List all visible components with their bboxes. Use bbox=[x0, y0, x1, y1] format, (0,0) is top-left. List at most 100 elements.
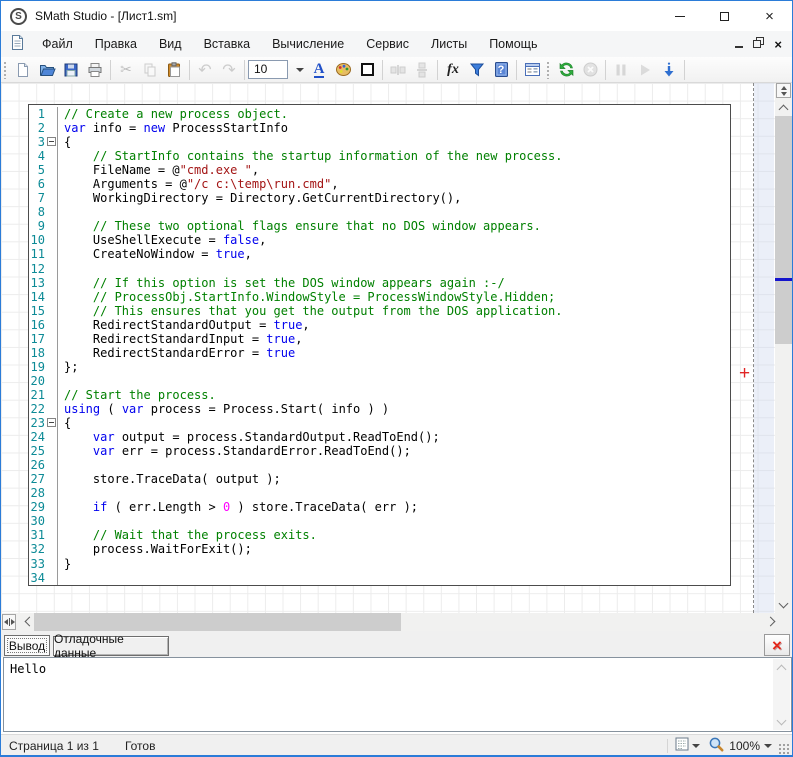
horizontal-scrollbar[interactable] bbox=[1, 613, 792, 631]
recalculate-button[interactable] bbox=[554, 59, 578, 81]
font-size-dropdown[interactable] bbox=[292, 60, 307, 79]
line-number: 13 bbox=[29, 276, 58, 290]
zoom-level[interactable]: 100% bbox=[729, 739, 760, 753]
page-margin-area bbox=[754, 83, 774, 613]
font-size-value[interactable]: 10 bbox=[248, 60, 288, 79]
horizontal-scroll-thumb[interactable] bbox=[34, 613, 401, 631]
scroll-position-marker bbox=[775, 278, 792, 281]
toolbar-grip-2[interactable] bbox=[546, 61, 551, 79]
output-scroll-down-button[interactable] bbox=[773, 713, 790, 730]
filter-button[interactable] bbox=[465, 59, 489, 81]
open-button[interactable] bbox=[35, 59, 59, 81]
cut-button[interactable]: ✂ bbox=[114, 59, 138, 81]
font-size-combo[interactable]: 10 bbox=[248, 60, 307, 79]
code-line: 30 bbox=[29, 514, 730, 528]
page-layout-dropdown[interactable] bbox=[692, 744, 700, 748]
code-line: 14 // ProcessObj.StartInfo.WindowStyle =… bbox=[29, 290, 730, 304]
reference-book-button[interactable]: ? bbox=[489, 59, 513, 81]
code-line: 22using ( var process = Process.Start( i… bbox=[29, 402, 730, 416]
color-palette-button[interactable] bbox=[331, 59, 355, 81]
menu-item-3[interactable]: Вставка bbox=[193, 31, 261, 57]
code-line: 15 // This ensures that you get the outp… bbox=[29, 304, 730, 318]
output-scroll-up-button[interactable] bbox=[773, 659, 790, 676]
align-vertical-button[interactable] bbox=[410, 59, 434, 81]
line-number: 10 bbox=[29, 233, 58, 247]
code-region[interactable]: 1// Create a new process object.2var inf… bbox=[28, 104, 731, 586]
function-button[interactable]: fx bbox=[441, 59, 465, 81]
menu-item-4[interactable]: Вычисление bbox=[261, 31, 355, 57]
zoom-magnifier-icon[interactable] bbox=[708, 736, 725, 756]
vertical-splitter-button[interactable] bbox=[776, 83, 791, 98]
line-number: 7 bbox=[29, 191, 58, 205]
code-line: 4 // StartInfo contains the startup info… bbox=[29, 149, 730, 163]
vertical-scrollbar[interactable] bbox=[775, 83, 792, 613]
zoom-dropdown[interactable] bbox=[764, 744, 772, 748]
line-number: 4 bbox=[29, 149, 58, 163]
line-number: 12 bbox=[29, 262, 58, 276]
line-number: 2 bbox=[29, 121, 58, 135]
fold-marker-icon[interactable] bbox=[47, 137, 56, 146]
code-line: 29 if ( err.Length > 0 ) store.TraceData… bbox=[29, 500, 730, 514]
snippets-button[interactable] bbox=[520, 59, 544, 81]
output-panel[interactable]: Hello bbox=[3, 657, 792, 732]
line-number: 1 bbox=[29, 107, 58, 121]
code-line: 23{ bbox=[29, 416, 730, 430]
mdi-minimize-button[interactable] bbox=[735, 40, 743, 48]
window-minimize-button[interactable] bbox=[657, 1, 702, 31]
output-close-button[interactable]: × bbox=[764, 634, 790, 656]
pause-button[interactable] bbox=[609, 59, 633, 81]
menu-item-5[interactable]: Сервис bbox=[355, 31, 420, 57]
undo-button[interactable]: ↶ bbox=[193, 59, 217, 81]
copy-button[interactable] bbox=[138, 59, 162, 81]
code-line: 18 RedirectStandardError = true bbox=[29, 346, 730, 360]
window-maximize-button[interactable] bbox=[702, 1, 747, 31]
mdi-restore-button[interactable] bbox=[753, 35, 764, 53]
status-text: Готов bbox=[125, 739, 156, 753]
menu-item-7[interactable]: Помощь bbox=[478, 31, 548, 57]
menu-item-6[interactable]: Листы bbox=[420, 31, 478, 57]
page-layout-icon[interactable] bbox=[674, 736, 690, 755]
tab-output[interactable]: Вывод bbox=[4, 635, 50, 656]
redo-button[interactable]: ↷ bbox=[217, 59, 241, 81]
worksheet-canvas[interactable]: 1// Create a new process object.2var inf… bbox=[1, 83, 792, 613]
line-number: 15 bbox=[29, 304, 58, 318]
save-button[interactable] bbox=[59, 59, 83, 81]
fold-marker-icon[interactable] bbox=[47, 418, 56, 427]
code-line: 6 Arguments = @"/c c:\temp\run.cmd", bbox=[29, 177, 730, 191]
menu-item-1[interactable]: Правка bbox=[84, 31, 148, 57]
play-button[interactable] bbox=[633, 59, 657, 81]
output-scrollbar[interactable] bbox=[773, 659, 790, 730]
new-sheet-button[interactable] bbox=[11, 59, 35, 81]
align-horizontal-button[interactable] bbox=[386, 59, 410, 81]
tab-debug-data[interactable]: Отладочные данные bbox=[53, 636, 169, 656]
document-icon[interactable] bbox=[10, 34, 25, 55]
horizontal-splitter-button[interactable] bbox=[2, 614, 16, 630]
window-close-button[interactable]: × bbox=[747, 1, 792, 31]
line-number: 24 bbox=[29, 430, 58, 444]
stop-button[interactable] bbox=[578, 59, 602, 81]
line-number: 26 bbox=[29, 458, 58, 472]
print-button[interactable] bbox=[83, 59, 107, 81]
resize-grip[interactable] bbox=[778, 743, 790, 755]
mdi-close-button[interactable]: × bbox=[774, 37, 782, 52]
code-line: 16 RedirectStandardOutput = true, bbox=[29, 318, 730, 332]
scroll-up-button[interactable] bbox=[775, 99, 792, 116]
code-line: 13 // If this option is set the DOS wind… bbox=[29, 276, 730, 290]
menu-items: ФайлПравкаВидВставкаВычислениеСервисЛист… bbox=[31, 31, 548, 57]
paste-button[interactable] bbox=[162, 59, 186, 81]
border-button[interactable] bbox=[355, 59, 379, 81]
scroll-down-button[interactable] bbox=[775, 596, 792, 613]
menu-item-2[interactable]: Вид bbox=[148, 31, 193, 57]
font-button[interactable]: A bbox=[307, 59, 331, 81]
line-number: 18 bbox=[29, 346, 58, 360]
maximize-icon bbox=[720, 12, 729, 21]
page-indicator: Страница 1 из 1 bbox=[9, 739, 99, 753]
code-line: 25 var err = process.StandardError.ReadT… bbox=[29, 444, 730, 458]
debug-step-button[interactable] bbox=[657, 59, 681, 81]
line-number: 22 bbox=[29, 402, 58, 416]
vertical-scroll-thumb[interactable] bbox=[775, 116, 792, 344]
minimize-icon bbox=[675, 16, 685, 17]
menu-item-0[interactable]: Файл bbox=[31, 31, 84, 57]
toolbar-grip[interactable] bbox=[3, 61, 8, 79]
scroll-right-button[interactable] bbox=[763, 613, 780, 630]
